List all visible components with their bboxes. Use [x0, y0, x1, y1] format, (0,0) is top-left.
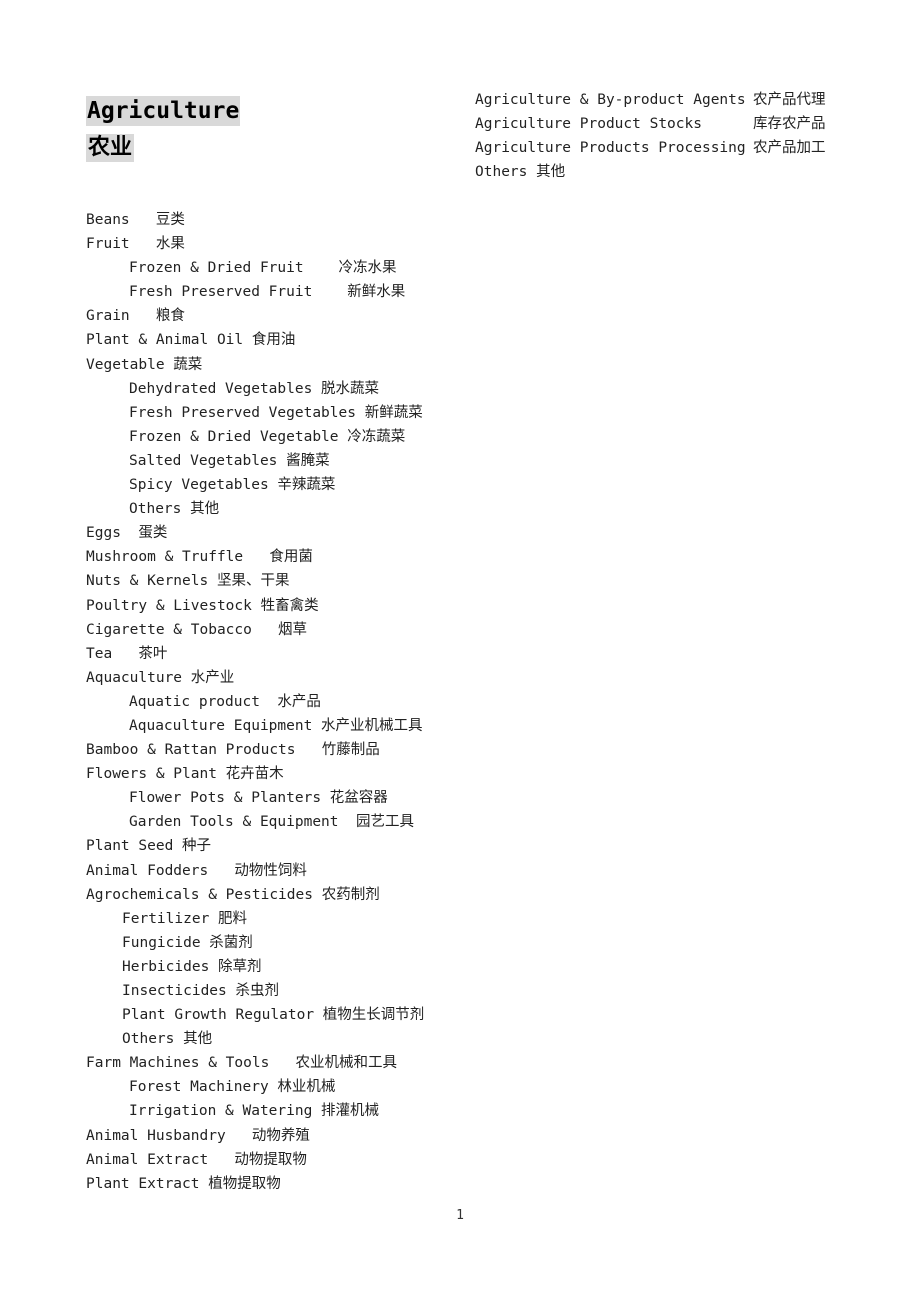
right-column-item-chinese: 农产品代理	[753, 92, 826, 108]
right-column-item-english: Others	[475, 164, 537, 181]
category-item[interactable]: Poultry & Livestock 牲畜禽类	[86, 594, 486, 618]
category-item[interactable]: Plant Seed 种子	[86, 834, 486, 858]
right-column-item-chinese: 库存农产品	[753, 116, 826, 133]
category-item[interactable]: Animal Fodders 动物性饲料	[86, 859, 486, 883]
document-page: Agriculture 农业 Beans 豆类 Fruit 水果 Frozen & …	[0, 0, 920, 1302]
category-item[interactable]: Herbicides 除草剂	[86, 955, 486, 979]
right-column-item[interactable]: Others 其他	[475, 160, 875, 184]
category-item[interactable]: Others 其他	[86, 497, 486, 521]
category-item[interactable]: Beans 豆类	[86, 208, 486, 232]
category-item[interactable]: Plant Growth Regulator 植物生长调节剂	[86, 1003, 486, 1027]
category-item[interactable]: Garden Tools & Equipment 园艺工具	[86, 810, 486, 834]
category-item[interactable]: Agrochemicals & Pesticides 农药制剂	[86, 883, 486, 907]
category-list: Beans 豆类 Fruit 水果 Frozen & Dried Fruit 冷冻水…	[86, 208, 486, 1196]
category-item[interactable]: Flower Pots & Planters 花盆容器	[86, 786, 486, 810]
right-column-item[interactable]: Agriculture Products Processing 农产品加工	[475, 136, 875, 160]
category-item[interactable]: Plant Extract 植物提取物	[86, 1172, 486, 1196]
page-number: 1	[456, 1208, 464, 1223]
category-item[interactable]: Flowers & Plant 花卉苗木	[86, 762, 486, 786]
category-item[interactable]: Tea 茶叶	[86, 642, 486, 666]
category-item[interactable]: Frozen & Dried Fruit 冷冻水果	[86, 256, 486, 280]
page-title-english: Agriculture	[86, 96, 241, 126]
category-item[interactable]: Spicy Vegetables 辛辣蔬菜	[86, 473, 486, 497]
category-item[interactable]: Animal Extract 动物提取物	[86, 1148, 486, 1172]
category-item[interactable]: Fungicide 杀菌剂	[86, 931, 486, 955]
category-item[interactable]: Dehydrated Vegetables 脱水蔬菜	[86, 377, 486, 401]
category-item[interactable]: Plant & Animal Oil 食用油	[86, 328, 486, 352]
title-en-row: Agriculture	[86, 96, 241, 126]
category-item[interactable]: Fertilizer 肥料	[86, 907, 486, 931]
page-footer: 1	[0, 1208, 920, 1223]
category-item[interactable]: Aquatic product 水产品	[86, 690, 486, 714]
category-item[interactable]: Farm Machines & Tools 农业机械和工具	[86, 1051, 486, 1075]
category-item[interactable]: Others 其他	[86, 1027, 486, 1051]
category-item[interactable]: Animal Husbandry 动物养殖	[86, 1124, 486, 1148]
category-item[interactable]: Aquaculture 水产业	[86, 666, 486, 690]
document-title-block: Agriculture 农业	[86, 96, 241, 162]
category-item[interactable]: Fruit 水果	[86, 232, 486, 256]
category-item[interactable]: Forest Machinery 林业机械	[86, 1075, 486, 1099]
right-column-item-chinese: 农产品加工	[753, 140, 826, 157]
page-title-chinese: 农业	[86, 134, 135, 162]
category-item[interactable]: Aquaculture Equipment 水产业机械工具	[86, 714, 486, 738]
right-column-item[interactable]: Agriculture Product Stocks 库存农产品	[475, 112, 875, 136]
category-item[interactable]: Nuts & Kernels 坚果、干果	[86, 569, 486, 593]
category-item[interactable]: Cigarette & Tobacco 烟草	[86, 618, 486, 642]
category-item[interactable]: Fresh Preserved Fruit 新鲜水果	[86, 280, 486, 304]
category-item[interactable]: Vegetable 蔬菜	[86, 353, 486, 377]
category-item[interactable]: Irrigation & Watering 排灌机械	[86, 1099, 486, 1123]
right-column-item-english: Agriculture & By-product Agents	[475, 92, 746, 108]
category-item[interactable]: Eggs 蛋类	[86, 521, 486, 545]
category-item[interactable]: Fresh Preserved Vegetables 新鲜蔬菜	[86, 401, 486, 425]
category-item[interactable]: Frozen & Dried Vegetable 冷冻蔬菜	[86, 425, 486, 449]
category-item[interactable]: Grain 粮食	[86, 304, 486, 328]
right-column-item-chinese: 其他	[536, 164, 566, 181]
category-item[interactable]: Bamboo & Rattan Products 竹藤制品	[86, 738, 486, 762]
category-item[interactable]: Insecticides 杀虫剂	[86, 979, 486, 1003]
right-column-item-english: Agriculture Products Processing	[475, 140, 746, 157]
title-zh-row: 农业	[86, 134, 240, 162]
right-column-item[interactable]: Agriculture & By-product Agents 农产品代理	[475, 88, 875, 112]
category-item[interactable]: Salted Vegetables 酱腌菜	[86, 449, 486, 473]
right-column-list: Agriculture & By-product Agents 农产品代理 Agri…	[475, 88, 875, 184]
category-item[interactable]: Mushroom & Truffle 食用菌	[86, 545, 486, 569]
right-column-item-english: Agriculture Product Stocks	[475, 116, 702, 133]
